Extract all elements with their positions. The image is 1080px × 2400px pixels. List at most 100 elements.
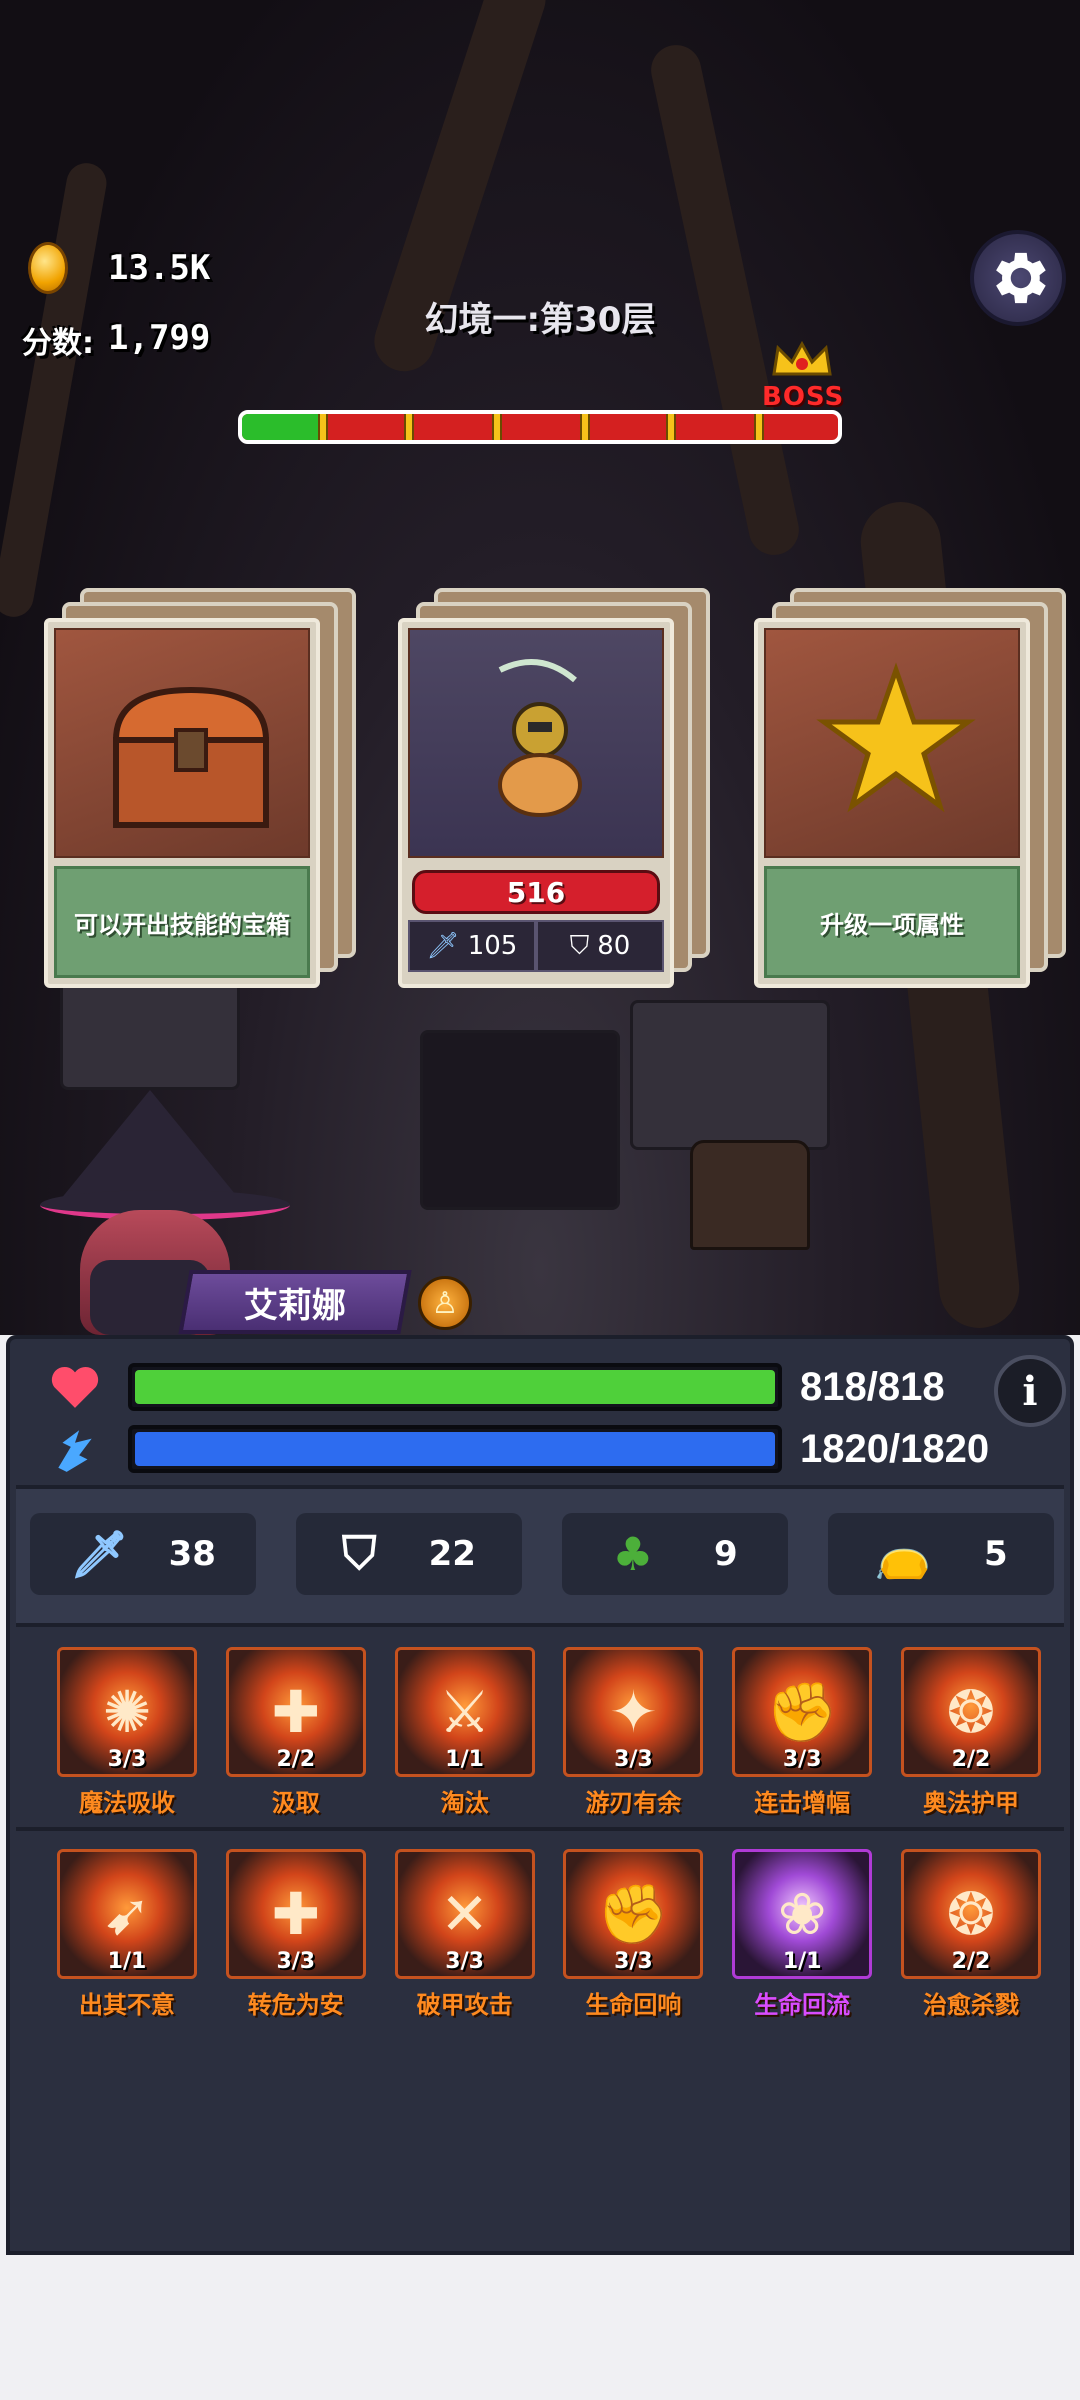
skill-name: 奥法护甲	[922, 1789, 1019, 1817]
stat-gold-bonus: 👝 5	[828, 1513, 1054, 1595]
skill-name: 淘汰	[440, 1789, 489, 1817]
stats-strip: 🗡 38 ⛉ 22 ♣ 9 👝 5	[16, 1485, 1064, 1627]
skill-icon: ➹ 1/1	[57, 1849, 197, 1979]
stone-wall	[60, 980, 240, 1090]
gear-icon	[996, 252, 1046, 304]
shield-icon: ⛉	[569, 930, 590, 961]
monster-defense: ⛉ 80	[536, 920, 664, 972]
skill-icon: ❂ 2/2	[900, 1849, 1041, 1979]
skill-icon: ✦ 3/3	[563, 1647, 704, 1777]
mp-text: 1820/1820	[800, 1426, 990, 1471]
crown-icon	[772, 340, 832, 376]
card-description: 可以开出技能的宝箱	[54, 866, 310, 978]
skill-level: 1/1	[107, 1949, 147, 1974]
mp-row: 1820/1820	[50, 1425, 989, 1473]
skill-glyph: ✚	[271, 1678, 321, 1746]
card-face: 升级一项属性	[754, 618, 1030, 988]
skills-row: ➹ 1/1 出其不意 ✚ 3/3 转危为安 ✕ 3/3 破甲攻击 ✊ 3/3 生命回响 ❀ 1/1 生命回流…	[54, 1849, 1044, 2020]
skill-level: 1/1	[782, 1949, 822, 1974]
stone-wall	[630, 1000, 830, 1150]
skill-slot[interactable]: ❀ 1/1 生命回流	[729, 1849, 875, 2020]
monster-attack: 🗡 105	[408, 920, 536, 972]
card-chest[interactable]: 可以开出技能的宝箱	[44, 588, 356, 988]
skill-slot[interactable]: ✚ 2/2 汲取	[223, 1647, 369, 1818]
skill-slot[interactable]: ✦ 3/3 游刃有余	[560, 1647, 706, 1818]
progress-tick	[754, 414, 764, 440]
skill-level: 3/3	[614, 1949, 653, 1974]
mana-icon	[58, 1430, 92, 1472]
skill-level: 3/3	[107, 1747, 147, 1772]
monster-stats: 🗡 105 ⛉ 80	[408, 920, 664, 972]
stat-defense: ⛉ 22	[296, 1513, 522, 1595]
card-star[interactable]: 升级一项属性	[754, 588, 1066, 988]
monster-defense-value: 80	[597, 931, 631, 961]
skill-glyph: ✊	[766, 1677, 839, 1746]
skill-name: 魔法吸收	[79, 1789, 175, 1817]
divider	[16, 1827, 1064, 1831]
hp-text: 818/818	[800, 1364, 945, 1409]
skill-name: 转危为安	[247, 1991, 344, 2019]
skill-name: 生命回响	[585, 1991, 682, 2019]
skill-name: 游刃有余	[585, 1789, 682, 1817]
skill-slot[interactable]: ✊ 3/3 连击增幅	[729, 1647, 875, 1818]
money-bag-icon: 👝	[874, 1526, 932, 1581]
monster-hp: 516	[412, 870, 660, 914]
coin-counter: 13.5K	[28, 242, 210, 294]
skill-slot[interactable]: ✚ 3/3 转危为安	[223, 1849, 369, 2020]
skill-name: 出其不意	[79, 1991, 175, 2019]
card-description: 升级一项属性	[764, 866, 1020, 978]
skill-icon: ❂ 2/2	[900, 1647, 1041, 1777]
stat-attack-value: 38	[168, 1534, 216, 1574]
skill-icon: ✊ 3/3	[732, 1647, 873, 1777]
skill-name: 连击增幅	[754, 1789, 851, 1817]
skill-level: 1/1	[445, 1747, 484, 1772]
skill-glyph: ✺	[102, 1678, 152, 1746]
skill-glyph: ⚔	[438, 1678, 491, 1746]
progress-tick	[404, 414, 414, 440]
treasure-chest-icon	[112, 686, 270, 828]
skill-level: 3/3	[782, 1747, 822, 1772]
coin-icon	[28, 242, 68, 294]
hero-name: 艾莉娜	[244, 1285, 346, 1326]
skill-slot[interactable]: ✕ 3/3 破甲攻击	[392, 1849, 538, 2020]
battle-scene: 13.5K 分数: 1,799 幻境一:第30层 BOSS 可以开出技能的宝箱 …	[0, 0, 1080, 1335]
card-face: 516 🗡 105 ⛉ 80	[398, 618, 674, 988]
boss-marker: BOSS	[762, 340, 845, 412]
card-art	[408, 628, 664, 858]
skill-slot[interactable]: ➹ 1/1 出其不意	[54, 1849, 200, 2020]
info-button[interactable]: i	[994, 1355, 1066, 1427]
level-title: 幻境一:第30层	[424, 300, 656, 340]
card-monster[interactable]: 516 🗡 105 ⛉ 80	[398, 588, 710, 988]
floor-progress-bar	[238, 410, 842, 444]
card-face: 可以开出技能的宝箱	[44, 618, 320, 988]
skill-name: 治愈杀戮	[922, 1991, 1019, 2019]
sword-icon: 🗡	[426, 931, 460, 961]
skill-slot[interactable]: ❂ 2/2 奥法护甲	[898, 1647, 1044, 1818]
sword-icon: 🗡	[70, 1526, 129, 1581]
progress-tick	[580, 414, 590, 440]
boss-label: BOSS	[762, 382, 845, 412]
progress-tick	[318, 414, 328, 440]
skill-level: 3/3	[614, 1747, 653, 1772]
skill-slot[interactable]: ⚔ 1/1 淘汰	[392, 1647, 538, 1818]
skill-slot[interactable]: ❂ 2/2 治愈杀戮	[898, 1849, 1044, 2020]
mage-class-icon[interactable]: ♙	[418, 1276, 472, 1330]
skill-level: 3/3	[276, 1949, 316, 1974]
skill-name: 破甲攻击	[416, 1991, 513, 2019]
coin-amount: 13.5K	[108, 248, 211, 288]
skill-slot[interactable]: ✺ 3/3 魔法吸收	[54, 1647, 200, 1818]
hp-row: 818/818	[50, 1363, 945, 1411]
skill-slot[interactable]: ✊ 3/3 生命回响	[560, 1849, 706, 2020]
hero-name-plate: 艾莉娜	[178, 1270, 412, 1334]
skill-icon: ✚ 2/2	[225, 1647, 366, 1777]
stat-defense-value: 22	[428, 1534, 476, 1574]
skill-icon: ✚ 3/3	[225, 1849, 366, 1979]
settings-button[interactable]	[970, 230, 1066, 326]
floor-progress-fill	[242, 414, 326, 440]
skill-icon: ✺ 3/3	[57, 1647, 197, 1777]
skill-icon: ❀ 1/1	[732, 1849, 873, 1979]
card-art	[54, 628, 310, 858]
skill-level: 2/2	[951, 1747, 991, 1772]
info-icon: i	[1022, 1367, 1038, 1415]
skill-icon: ✕ 3/3	[394, 1849, 535, 1979]
